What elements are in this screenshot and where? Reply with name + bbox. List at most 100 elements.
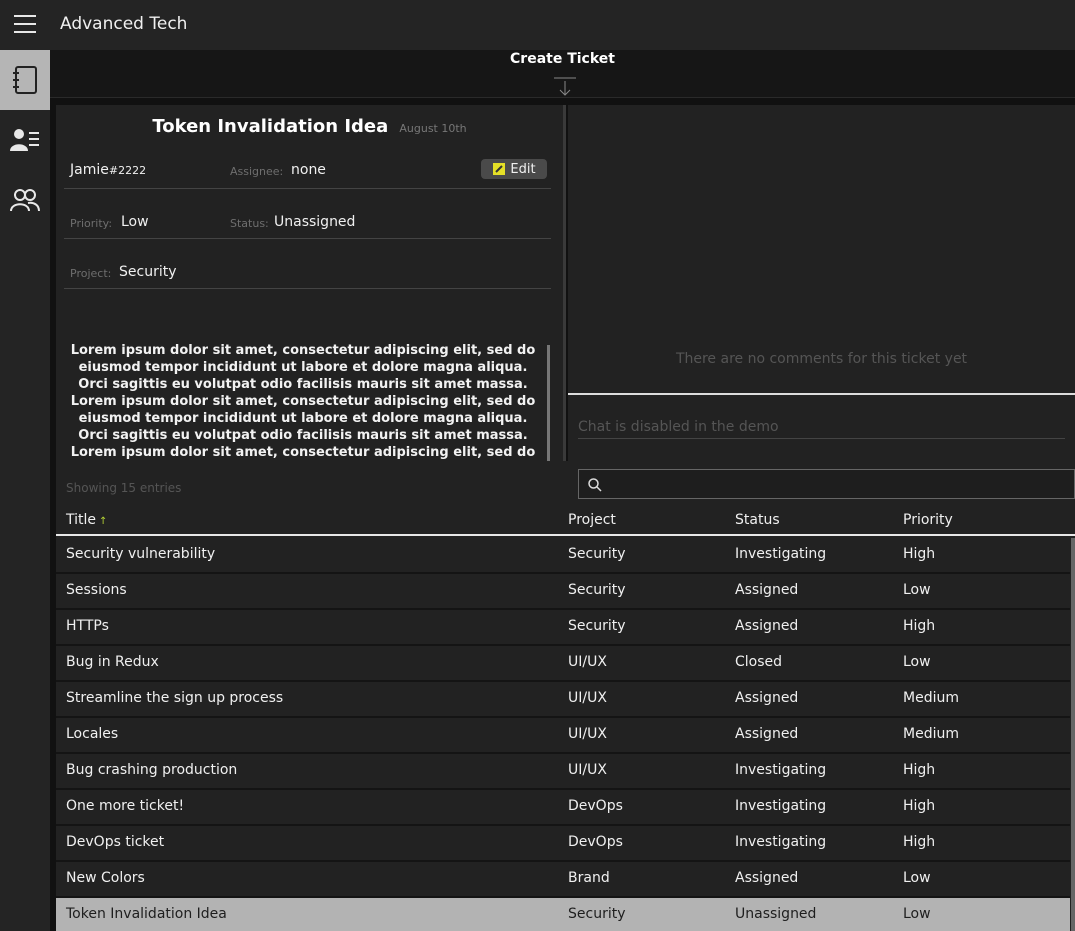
cell-title: Sessions [66, 582, 127, 598]
cell-title: Bug crashing production [66, 762, 238, 778]
hamburger-icon[interactable] [14, 14, 36, 34]
cell-status: Assigned [735, 618, 799, 634]
no-comments-message: There are no comments for this ticket ye… [675, 351, 968, 367]
table-row[interactable]: HTTPs Security Assigned High [56, 610, 1070, 646]
cell-status: Investigating [735, 762, 827, 778]
cell-project: Security [568, 546, 626, 562]
sort-ascending-icon: ↑ [99, 516, 108, 527]
cell-project: DevOps [568, 798, 623, 814]
assignee-value: none [291, 162, 326, 178]
cell-project: UI/UX [568, 726, 607, 742]
table-row[interactable]: DevOps ticket DevOps Investigating High [56, 826, 1070, 862]
column-header-project[interactable]: Project [568, 512, 616, 528]
search-input[interactable] [578, 469, 1075, 499]
cell-title: One more ticket! [66, 798, 185, 814]
status-value: Unassigned [274, 214, 356, 230]
cell-status: Unassigned [735, 906, 817, 922]
table-row[interactable]: New Colors Brand Assigned Low [56, 862, 1070, 898]
search-icon [588, 478, 602, 492]
column-header-priority[interactable]: Priority [903, 512, 953, 528]
cell-priority: Low [903, 582, 931, 598]
cell-title: HTTPs [66, 618, 109, 634]
entries-count: Showing 15 entries [66, 481, 182, 495]
ticket-row-priority: Priority: Low Status: Unassigned [64, 201, 551, 239]
edit-button-label: Edit [510, 161, 536, 177]
table-scrollbar[interactable] [1071, 538, 1075, 931]
cell-project: Security [568, 618, 626, 634]
cell-title: Locales [66, 726, 119, 742]
cell-status: Investigating [735, 798, 827, 814]
column-header-label: Title [66, 512, 97, 528]
table-row[interactable]: Token Invalidation Idea Security Unassigne… [56, 898, 1070, 931]
sidebar [0, 50, 50, 931]
cell-status: Assigned [735, 582, 799, 598]
sidebar-item-tickets[interactable] [0, 50, 50, 110]
arrow-down-icon[interactable] [554, 77, 576, 97]
status-label: Status: [230, 217, 269, 230]
cell-status: Assigned [735, 726, 799, 742]
cell-project: Security [568, 582, 626, 598]
cell-status: Investigating [735, 834, 827, 850]
ticket-date: August 10th [399, 122, 467, 135]
create-ticket-bar[interactable]: Create Ticket [50, 50, 1075, 98]
sidebar-item-users[interactable] [0, 110, 50, 170]
cell-priority: High [903, 834, 936, 850]
tickets-table: Showing 15 entries Title ↑ Project Status… [56, 461, 1075, 931]
comments-panel: There are no comments for this ticket ye… [568, 105, 1075, 503]
assignee-label: Assignee: [230, 165, 284, 178]
author-name: Jamie [70, 162, 109, 178]
chat-input[interactable] [578, 415, 1065, 439]
column-header-status[interactable]: Status [735, 512, 780, 528]
column-header-title[interactable]: Title ↑ [66, 512, 107, 528]
cell-title: Bug in Redux [66, 654, 159, 670]
edit-icon [493, 163, 506, 175]
ticket-header: Token Invalidation Idea August 10th [56, 116, 563, 137]
edit-button[interactable]: Edit [481, 159, 547, 179]
cell-project: DevOps [568, 834, 623, 850]
cell-priority: Medium [903, 726, 959, 742]
divider [568, 393, 1075, 395]
users-icon [10, 189, 40, 212]
table-header: Title ↑ Project Status Priority [56, 506, 1075, 536]
cell-project: Brand [568, 870, 610, 886]
main-content: Create Ticket Token Invalidation Idea Au… [50, 50, 1075, 931]
author-tag: #2222 [108, 164, 147, 177]
cell-status: Closed [735, 654, 783, 670]
cell-priority: Low [903, 906, 931, 922]
cell-priority: Low [903, 870, 931, 886]
cell-title: New Colors [66, 870, 145, 886]
ticket-title: Token Invalidation Idea [152, 116, 389, 137]
cell-priority: High [903, 546, 936, 562]
table-row[interactable]: Bug crashing production UI/UX Investigatin… [56, 754, 1070, 790]
author: Jamie#2222 [70, 162, 146, 178]
table-row[interactable]: Streamline the sign up process UI/UX Assig… [56, 682, 1070, 718]
cell-priority: Low [903, 654, 931, 670]
cell-priority: Medium [903, 690, 959, 706]
sidebar-item-team[interactable] [0, 170, 50, 230]
table-row[interactable]: Locales UI/UX Assigned Medium [56, 718, 1070, 754]
cell-priority: High [903, 618, 936, 634]
project-label: Project: [70, 267, 112, 280]
ticket-row-author: Jamie#2222 Assignee: none Edit [64, 151, 551, 189]
panel-divider [563, 105, 566, 505]
top-bar: Advanced Tech [0, 0, 1075, 50]
cell-project: Security [568, 906, 626, 922]
table-row[interactable]: One more ticket! DevOps Investigating High [56, 790, 1070, 826]
cell-priority: High [903, 798, 936, 814]
app-title: Advanced Tech [60, 14, 188, 34]
notebook-icon [13, 66, 37, 94]
cell-status: Assigned [735, 690, 799, 706]
table-row[interactable]: Security vulnerability Security Investigat… [56, 538, 1070, 574]
user-list-icon [10, 129, 39, 151]
table-row[interactable]: Sessions Security Assigned Low [56, 574, 1070, 610]
cell-status: Assigned [735, 870, 799, 886]
cell-project: UI/UX [568, 654, 607, 670]
cell-title: Security vulnerability [66, 546, 216, 562]
project-value: Security [119, 264, 177, 280]
table-row[interactable]: Bug in Redux UI/UX Closed Low [56, 646, 1070, 682]
priority-value: Low [121, 214, 149, 230]
priority-label: Priority: [70, 217, 113, 230]
ticket-details-panel: Token Invalidation Idea August 10th Jami… [56, 105, 563, 503]
create-ticket-label: Create Ticket [510, 51, 615, 67]
cell-status: Investigating [735, 546, 827, 562]
